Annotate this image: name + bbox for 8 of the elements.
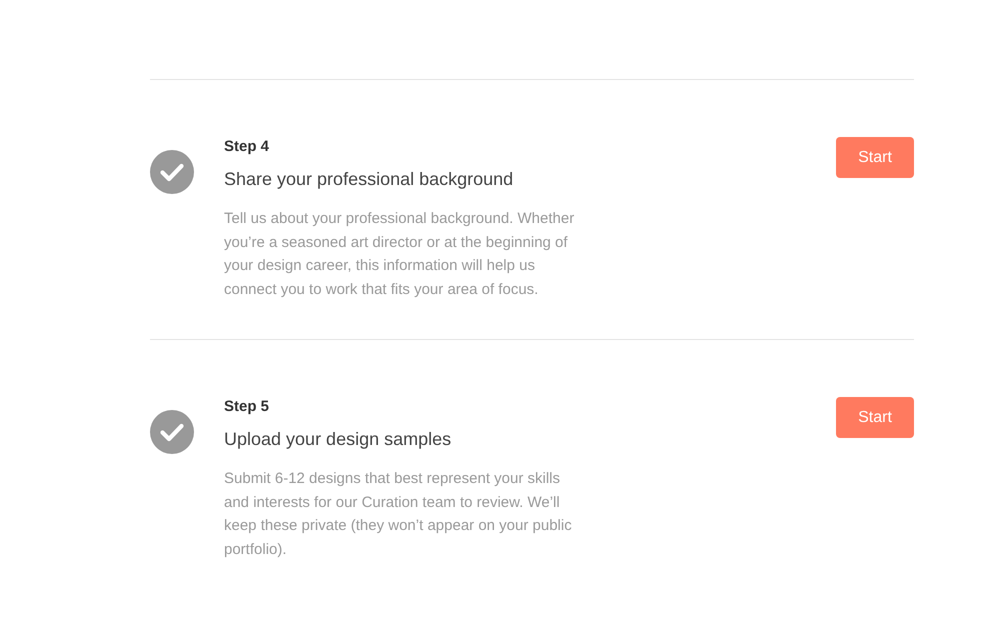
start-button[interactable]: Start: [836, 397, 914, 438]
step-description: Submit 6-12 designs that best represent your skills and interests for our Curation team to review. We’ll keep these private (they won’t appear on your public portfolio).: [224, 469, 573, 560]
step-title: Share your professional background: [224, 168, 514, 191]
step-description: Tell us about your professional background. Whether you’re a seasoned art director or at the beginning of your design career, this information will help us connect you to work that fits your area of focus.: [224, 209, 576, 300]
start-button[interactable]: Start: [836, 137, 914, 178]
step-label: Step 4: [224, 137, 270, 157]
step-title: Upload your design samples: [224, 428, 452, 451]
step-label: Step 5: [224, 397, 270, 417]
